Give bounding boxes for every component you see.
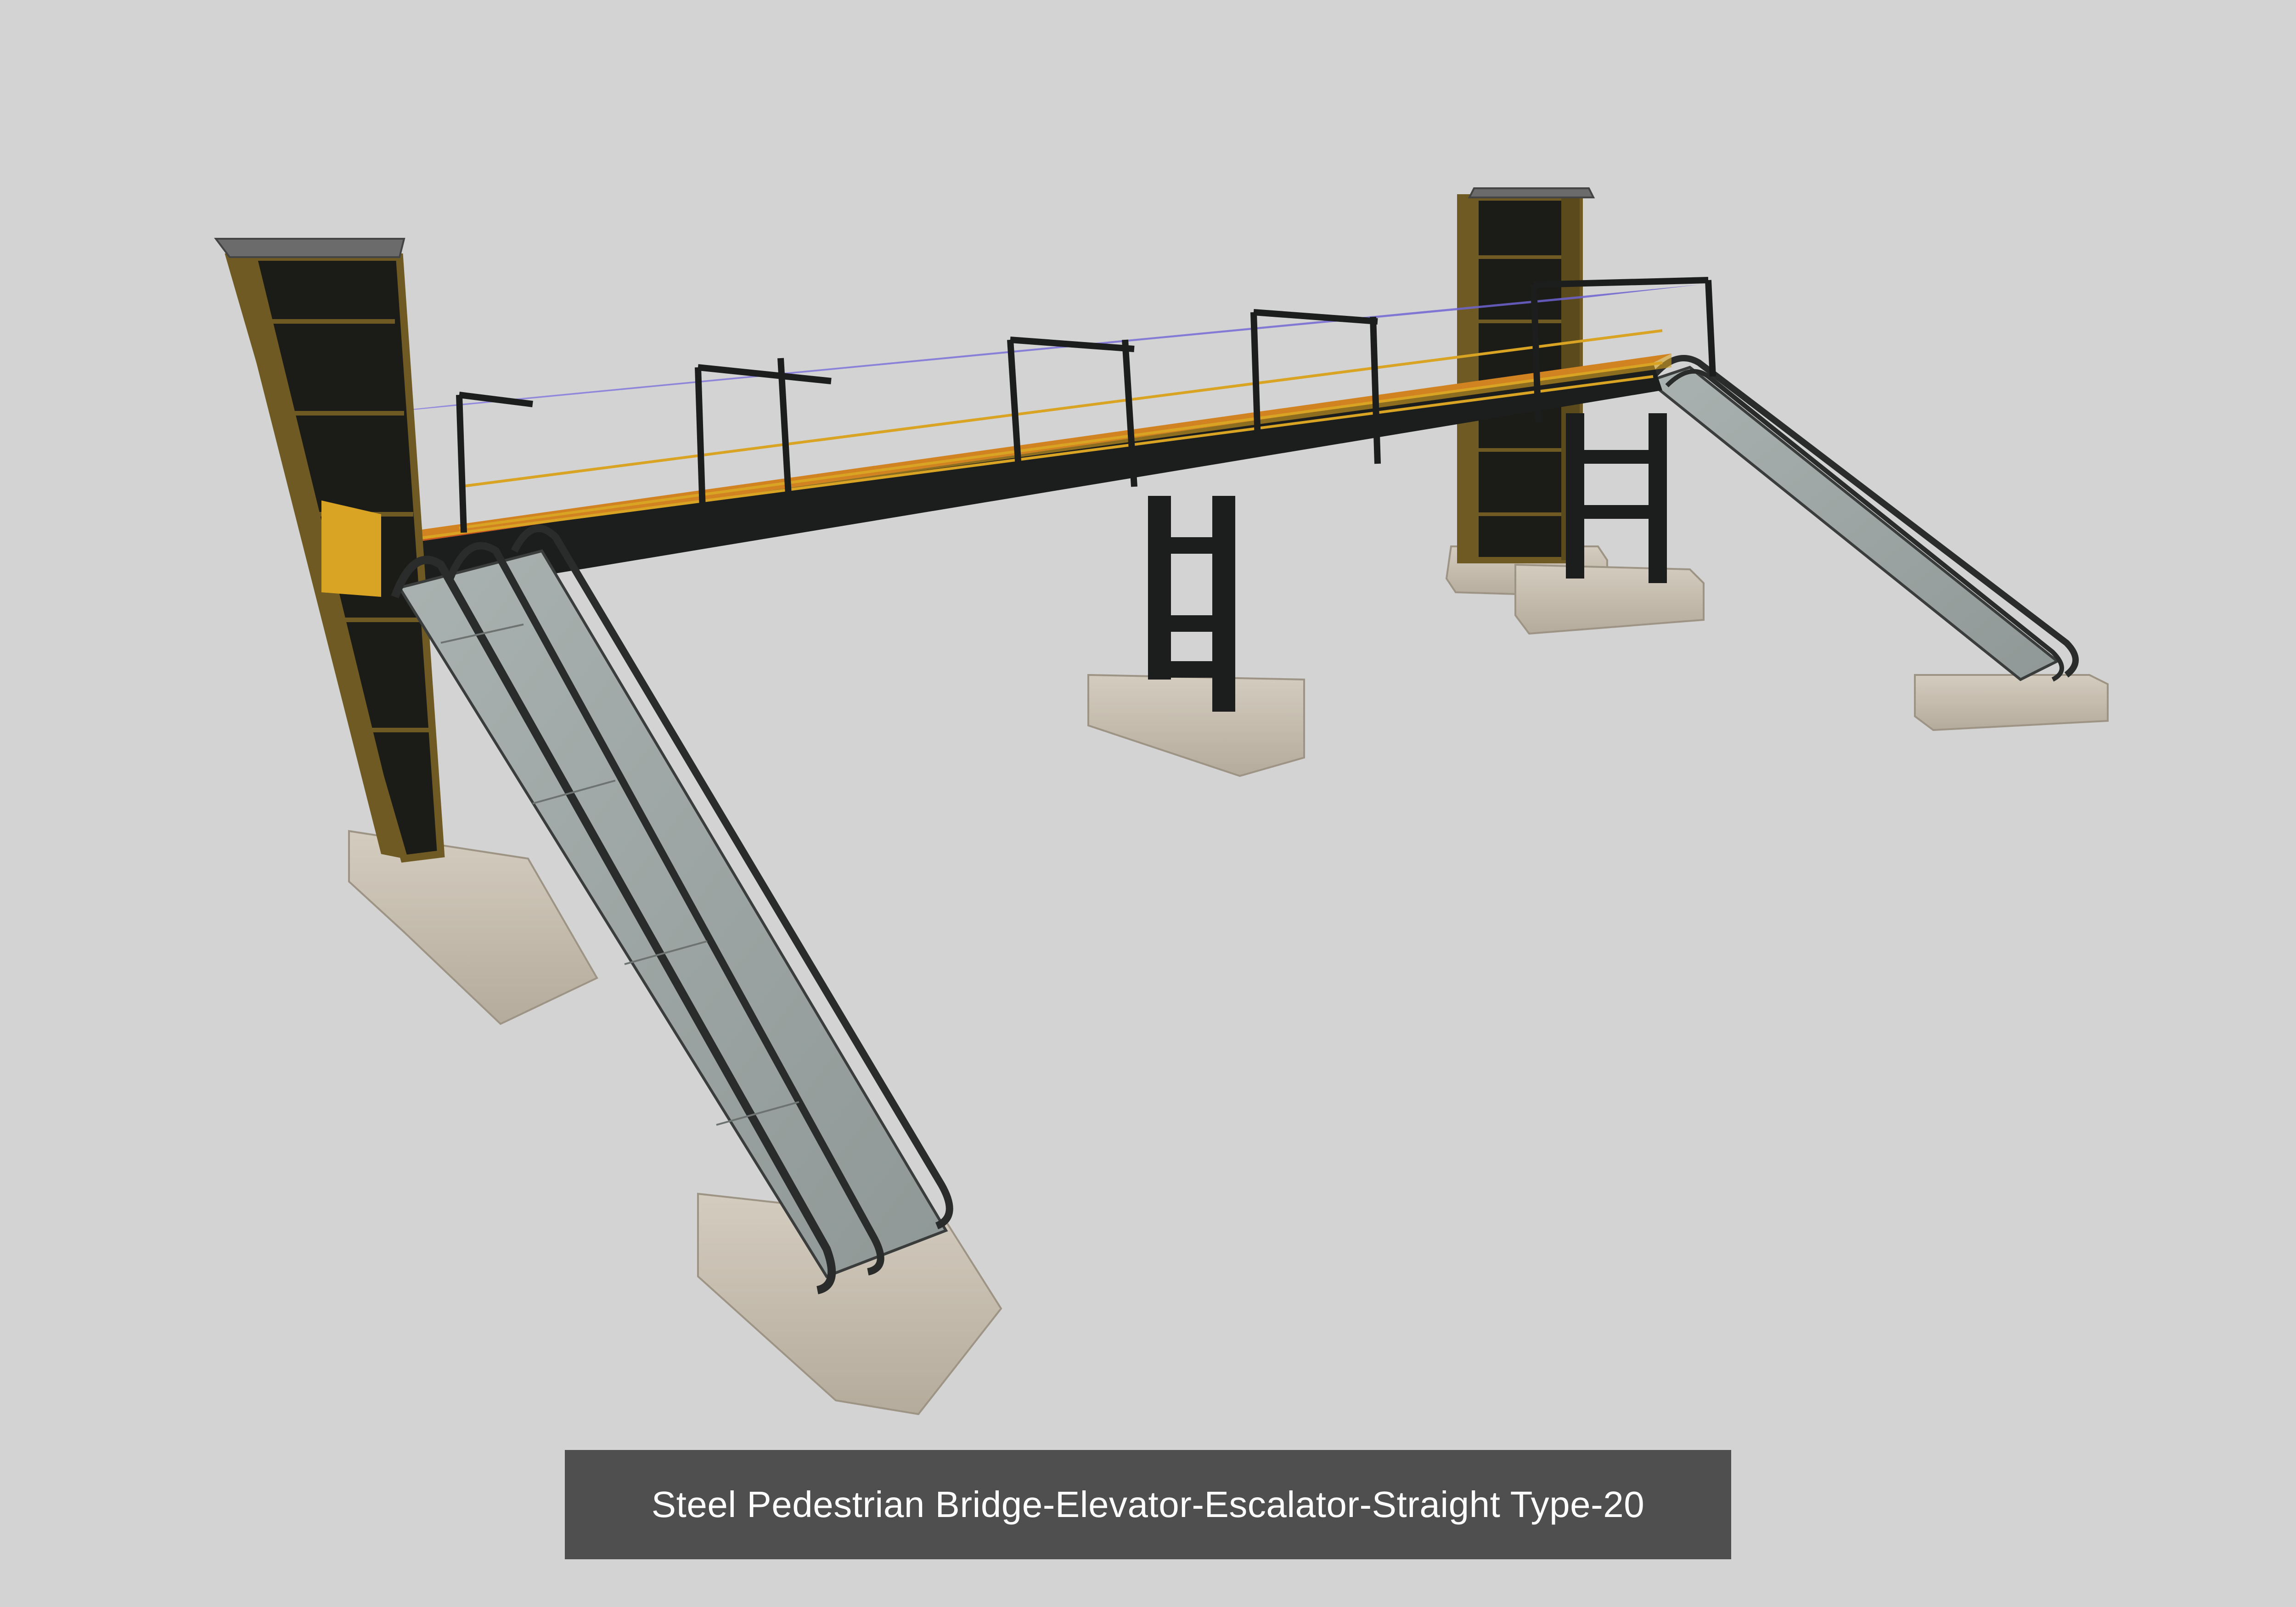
bridge-render <box>214 187 2109 1416</box>
caption-text: Steel Pedestrian Bridge-Elevator-Escalat… <box>651 1484 1645 1525</box>
center-pier <box>1087 496 1305 777</box>
right-escalator <box>1645 355 2109 731</box>
caption-bar: Steel Pedestrian Bridge-Elevator-Escalat… <box>565 1450 1731 1559</box>
